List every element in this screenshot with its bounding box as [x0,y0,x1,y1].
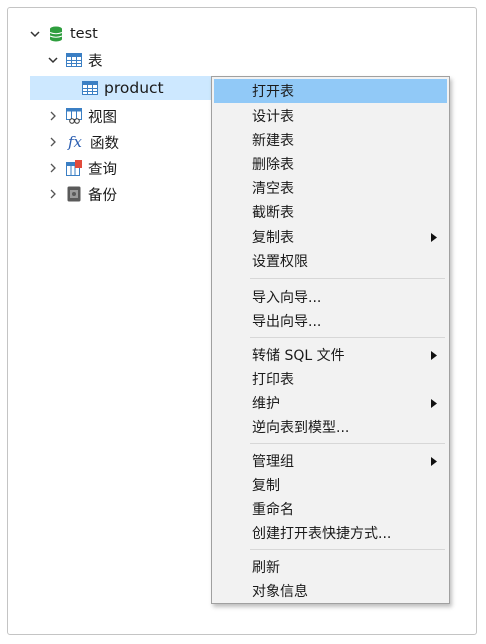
menu-item-truncate-table[interactable]: 截断表 [214,200,447,224]
menu-item-create-shortcut[interactable]: 创建打开表快捷方式... [214,521,447,545]
menu-item-export-wizard[interactable]: 导出向导... [214,309,447,333]
tree-item-queries[interactable]: 查询 [46,156,117,180]
table-icon [66,52,82,68]
menu-item-copy[interactable]: 复制 [214,473,447,497]
menu-item-label: 刷新 [252,560,280,576]
submenu-arrow-icon [431,343,437,367]
tree-item-functions[interactable]: fx 函数 [46,130,119,154]
tables-label: 表 [88,53,103,70]
function-icon: fx [67,133,82,151]
menu-separator [250,337,445,338]
table-icon [82,80,98,96]
tree-item-views[interactable]: 视图 [46,104,117,128]
context-menu: 打开表 设计表 新建表 删除表 清空表 截断表 复制表 设置权限 导入向导...… [211,76,450,604]
submenu-arrow-icon [431,225,437,249]
functions-label: 函数 [90,135,119,152]
menu-item-reverse-to-model[interactable]: 逆向表到模型... [214,415,447,439]
menu-separator [250,443,445,444]
menu-item-design-table[interactable]: 设计表 [214,104,447,128]
menu-item-label: 复制表 [252,230,294,246]
menu-item-label: 逆向表到模型... [252,420,350,436]
menu-item-label: 对象信息 [252,584,308,600]
menu-item-label: 打印表 [252,372,294,388]
menu-item-duplicate-table[interactable]: 复制表 [214,225,447,249]
menu-item-label: 管理组 [252,454,294,470]
menu-item-label: 复制 [252,478,280,494]
chevron-down-icon[interactable] [28,27,42,41]
menu-item-label: 新建表 [252,133,294,149]
menu-item-label: 设计表 [252,109,294,125]
view-icon [66,108,82,124]
connection-label: test [70,26,98,42]
menu-separator [250,549,445,550]
chevron-right-icon[interactable] [46,109,60,123]
chevron-right-icon[interactable] [46,187,60,201]
menu-item-maintain[interactable]: 维护 [214,391,447,415]
menu-item-label: 设置权限 [252,254,308,270]
menu-item-refresh[interactable]: 刷新 [214,555,447,579]
menu-item-dump-sql[interactable]: 转储 SQL 文件 [214,343,447,367]
backup-icon [66,186,82,202]
menu-item-label: 创建打开表快捷方式... [252,526,392,542]
tree-item-tables[interactable]: 表 [46,48,103,72]
menu-item-import-wizard[interactable]: 导入向导... [214,285,447,309]
menu-item-open-table[interactable]: 打开表 [214,79,447,103]
queries-label: 查询 [88,161,117,178]
submenu-arrow-icon [431,449,437,473]
menu-item-label: 删除表 [252,157,294,173]
menu-item-label: 导入向导... [252,290,322,306]
menu-item-label: 转储 SQL 文件 [252,348,345,364]
chevron-right-icon[interactable] [46,161,60,175]
menu-item-label: 截断表 [252,205,294,221]
menu-separator [250,278,445,279]
submenu-arrow-icon [431,391,437,415]
menu-item-label: 导出向导... [252,314,322,330]
menu-item-object-info[interactable]: 对象信息 [214,579,447,603]
views-label: 视图 [88,109,117,126]
menu-item-print-table[interactable]: 打印表 [214,367,447,391]
backups-label: 备份 [88,187,117,204]
tree-item-backups[interactable]: 备份 [46,182,117,206]
menu-item-new-table[interactable]: 新建表 [214,128,447,152]
tree-item-product[interactable]: product [30,76,230,100]
menu-item-label: 维护 [252,396,280,412]
database-icon [48,26,64,42]
menu-item-empty-table[interactable]: 清空表 [214,176,447,200]
menu-item-label: 清空表 [252,181,294,197]
menu-item-label: 重命名 [252,502,294,518]
menu-item-rename[interactable]: 重命名 [214,497,447,521]
query-icon [66,160,82,176]
chevron-down-icon[interactable] [46,53,60,67]
product-label: product [104,79,164,97]
chevron-right-icon[interactable] [46,135,60,149]
menu-item-label: 打开表 [252,84,294,100]
tree-item-connection-test[interactable]: test [28,22,98,46]
menu-item-set-permissions[interactable]: 设置权限 [214,249,447,273]
menu-item-delete-table[interactable]: 删除表 [214,152,447,176]
menu-item-manage-group[interactable]: 管理组 [214,449,447,473]
